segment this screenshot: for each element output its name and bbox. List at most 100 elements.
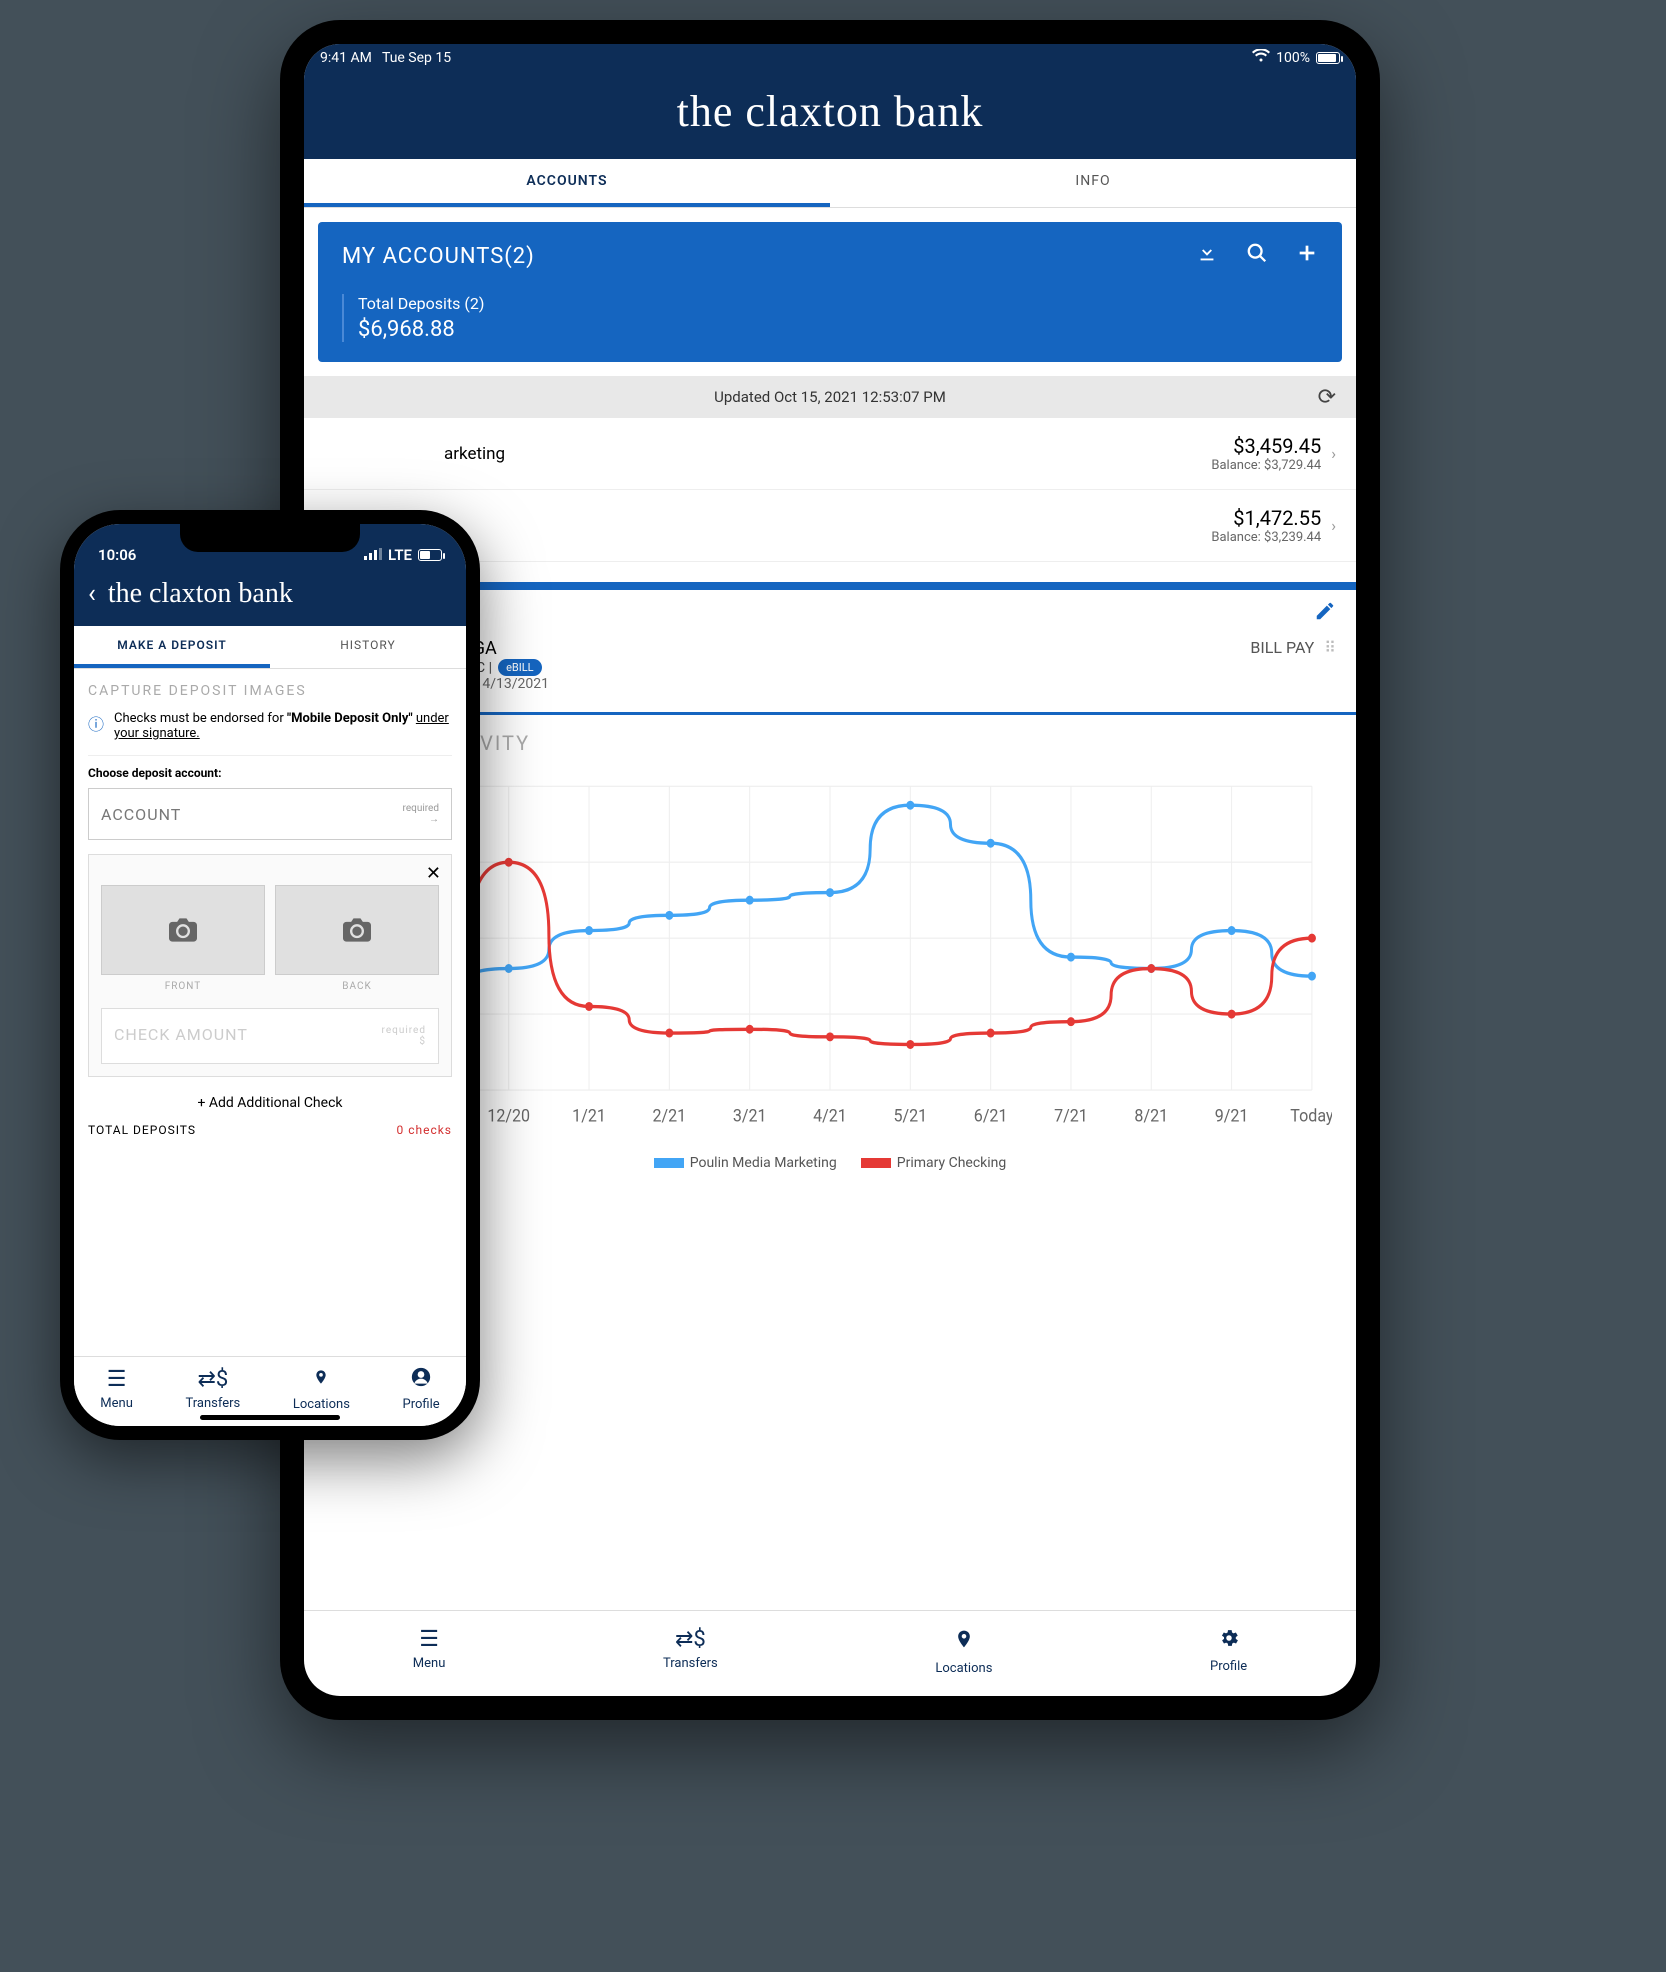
menu-icon: ☰ xyxy=(419,1627,439,1652)
check-capture-panel: ✕ FRONT BACK CHECK AMOUNT requi xyxy=(88,854,452,1077)
nav-label: Menu xyxy=(413,1656,446,1671)
back-label: BACK xyxy=(275,981,439,992)
svg-text:2/21: 2/21 xyxy=(653,1106,687,1127)
network-label: LTE xyxy=(388,546,412,564)
battery-percent: 100% xyxy=(1276,50,1310,66)
wifi-icon xyxy=(1252,49,1270,67)
account-placeholder: ACCOUNT xyxy=(101,805,181,824)
svg-text:9/21: 9/21 xyxy=(1215,1106,1249,1127)
bank-logo-title: the claxton bank xyxy=(108,578,293,610)
transfer-icon: ⇄$ xyxy=(675,1627,706,1652)
tab-accounts[interactable]: ACCOUNTS xyxy=(304,159,830,207)
account-amount: $1,472.55 xyxy=(1211,506,1321,530)
menu-icon: ☰ xyxy=(107,1367,127,1392)
nav-label: Locations xyxy=(293,1397,350,1412)
nav-transfers[interactable]: ⇄$ Transfers xyxy=(663,1627,718,1676)
nav-locations[interactable]: Locations xyxy=(935,1627,992,1676)
svg-text:4/21: 4/21 xyxy=(813,1106,847,1127)
location-icon xyxy=(954,1627,974,1657)
battery-icon xyxy=(1316,52,1340,64)
tab-make-deposit[interactable]: MAKE A DEPOSIT xyxy=(74,626,270,668)
add-icon[interactable] xyxy=(1296,242,1318,270)
edit-icon[interactable] xyxy=(1314,600,1336,628)
drag-handle-icon[interactable]: ⠿ xyxy=(1324,638,1336,657)
tab-history[interactable]: HISTORY xyxy=(270,626,466,668)
phone-header: ‹ the claxton bank xyxy=(74,568,466,626)
nav-profile[interactable]: Profile xyxy=(403,1367,440,1412)
divider xyxy=(88,755,452,756)
nav-label: Transfers xyxy=(663,1656,718,1671)
account-amount: $3,459.45 xyxy=(1211,434,1321,458)
accounts-summary-card: MY ACCOUNTS(2) Total Deposits (2) $6,968… xyxy=(318,222,1342,362)
nav-label: Profile xyxy=(403,1397,440,1412)
chevron-right-icon: › xyxy=(1331,516,1336,535)
account-balance: Balance: $3,239.44 xyxy=(1211,530,1321,545)
total-deposits-label: TOTAL DEPOSITS xyxy=(88,1123,196,1137)
nav-locations[interactable]: Locations xyxy=(293,1367,350,1412)
account-balance: Balance: $3,729.44 xyxy=(1211,458,1321,473)
add-check-button[interactable]: + Add Additional Check xyxy=(88,1095,452,1111)
close-icon[interactable]: ✕ xyxy=(426,863,441,884)
front-label: FRONT xyxy=(101,981,265,992)
info-icon: ⓘ xyxy=(88,711,104,735)
battery-icon xyxy=(418,549,442,561)
my-accounts-title: MY ACCOUNTS(2) xyxy=(342,244,535,269)
nav-label: Transfers xyxy=(186,1396,241,1411)
phone-tab-bar: MAKE A DEPOSIT HISTORY xyxy=(74,626,466,669)
nav-label: Locations xyxy=(935,1661,992,1676)
svg-text:6/21: 6/21 xyxy=(974,1106,1008,1127)
gear-icon xyxy=(1218,1627,1240,1655)
account-row[interactable]: arketing $3,459.45 Balance: $3,729.44 › xyxy=(304,418,1356,490)
search-icon[interactable] xyxy=(1246,242,1268,270)
transfer-icon: ⇄$ xyxy=(197,1367,228,1392)
svg-text:5/21: 5/21 xyxy=(893,1106,927,1127)
account-name: arketing xyxy=(324,444,1211,464)
arrow-right-icon: → xyxy=(429,814,439,825)
nav-menu[interactable]: ☰ Menu xyxy=(100,1367,133,1412)
svg-text:1/21: 1/21 xyxy=(572,1106,606,1127)
check-amount-placeholder: CHECK AMOUNT xyxy=(114,1025,248,1047)
download-icon[interactable] xyxy=(1196,242,1218,270)
ebill-badge: eBILL xyxy=(498,659,542,676)
updated-text: Updated Oct 15, 2021 12:53:07 PM xyxy=(714,388,946,406)
refresh-icon[interactable]: ⟳ xyxy=(1318,385,1336,410)
status-date: Tue Sep 15 xyxy=(382,50,451,66)
tab-info[interactable]: INFO xyxy=(830,159,1356,207)
capture-heading: CAPTURE DEPOSIT IMAGES xyxy=(88,683,452,699)
tablet-status-bar: 9:41 AM Tue Sep 15 100% xyxy=(304,44,1356,72)
back-icon[interactable]: ‹ xyxy=(88,579,96,609)
phone-notch xyxy=(180,524,360,552)
nav-label: Menu xyxy=(100,1396,133,1411)
info-row: ⓘ Checks must be endorsed for "Mobile De… xyxy=(88,711,452,741)
total-deposits-count: 0 checks xyxy=(396,1123,452,1137)
nav-menu[interactable]: ☰ Menu xyxy=(413,1627,446,1676)
nav-profile[interactable]: Profile xyxy=(1210,1627,1247,1676)
total-deposits-amount: $6,968.88 xyxy=(358,317,1318,342)
home-indicator xyxy=(200,1415,340,1420)
nav-transfers[interactable]: ⇄$ Transfers xyxy=(186,1367,241,1412)
svg-text:3/21: 3/21 xyxy=(733,1106,767,1127)
svg-text:Today: Today xyxy=(1290,1106,1332,1127)
cell-signal-icon xyxy=(364,546,382,564)
bank-logo-title: the claxton bank xyxy=(304,72,1356,159)
required-label: required xyxy=(403,803,439,814)
phone-device: 10:06 LTE ‹ the claxton bank MAKE A DEPO… xyxy=(60,510,480,1440)
chevron-right-icon: › xyxy=(1331,444,1336,463)
tablet-tab-bar: ACCOUNTS INFO xyxy=(304,159,1356,208)
person-icon xyxy=(411,1367,431,1393)
tablet-bottom-nav: ☰ Menu ⇄$ Transfers Locations Profile xyxy=(304,1610,1356,1696)
bill-pay-label: BILL PAY xyxy=(1250,638,1314,657)
check-amount-input[interactable]: CHECK AMOUNT required$ xyxy=(101,1008,439,1064)
required-label: required xyxy=(382,1025,426,1036)
status-time: 10:06 xyxy=(98,546,136,564)
capture-front-button[interactable] xyxy=(101,885,265,975)
choose-account-label: Choose deposit account: xyxy=(88,766,452,780)
account-selector[interactable]: ACCOUNT required → xyxy=(88,788,452,840)
phone-screen: 10:06 LTE ‹ the claxton bank MAKE A DEPO… xyxy=(74,524,466,1426)
capture-back-button[interactable] xyxy=(275,885,439,975)
location-icon xyxy=(313,1367,329,1393)
nav-label: Profile xyxy=(1210,1659,1247,1674)
updated-row: Updated Oct 15, 2021 12:53:07 PM ⟳ xyxy=(304,376,1356,418)
svg-text:12/20: 12/20 xyxy=(487,1106,530,1127)
info-text-bold: "Mobile Deposit Only" xyxy=(287,711,413,726)
